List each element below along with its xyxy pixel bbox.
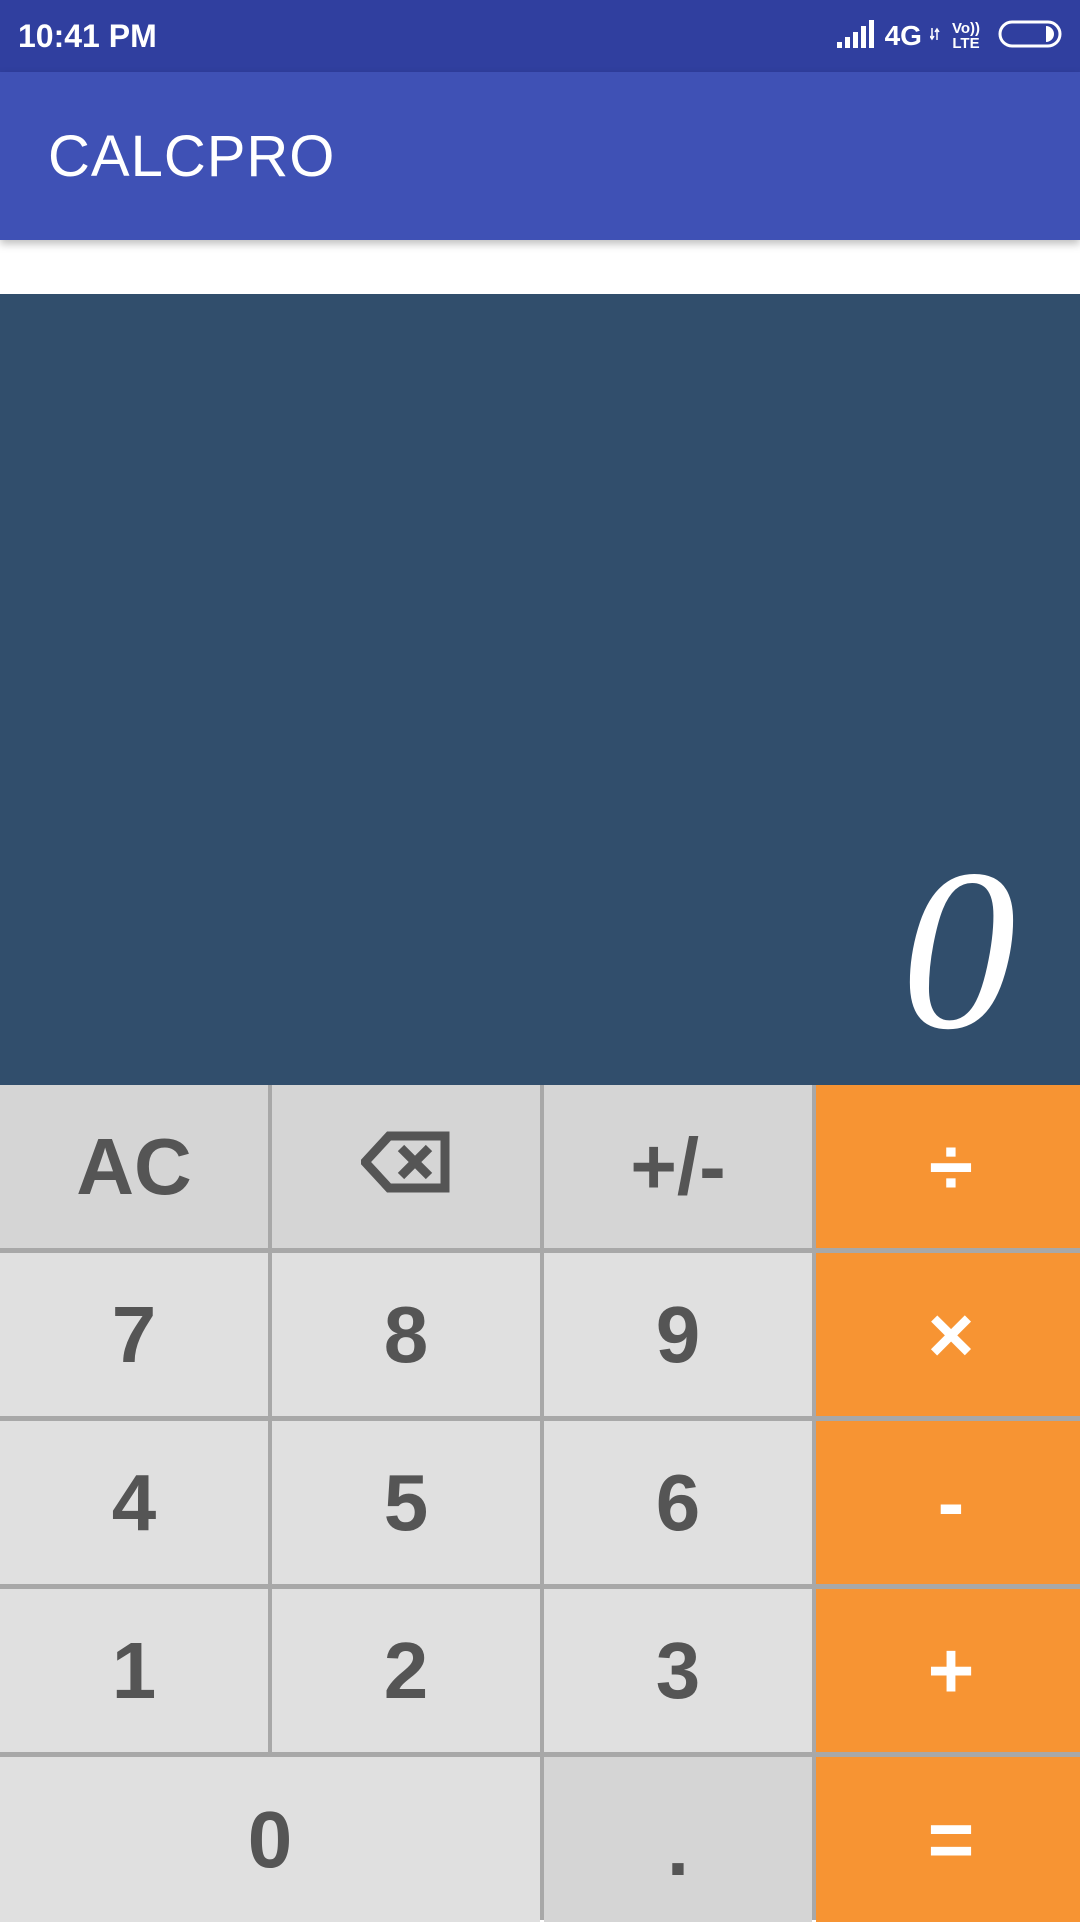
digit-8-button[interactable]: 8 bbox=[272, 1253, 540, 1416]
digit-0-button[interactable]: 0 bbox=[0, 1757, 540, 1922]
clear-button[interactable]: AC bbox=[0, 1085, 268, 1248]
app-title: CALCPRO bbox=[48, 123, 336, 189]
volte-indicator: Vo)) LTE bbox=[952, 21, 980, 51]
backspace-icon bbox=[358, 1121, 451, 1213]
digit-1-button[interactable]: 1 bbox=[0, 1589, 268, 1752]
battery-icon bbox=[998, 19, 1064, 54]
decimal-button[interactable]: . bbox=[544, 1757, 812, 1922]
volte-top: Vo)) bbox=[951, 20, 980, 37]
digit-2-button[interactable]: 2 bbox=[272, 1589, 540, 1752]
digit-6-button[interactable]: 6 bbox=[544, 1421, 812, 1584]
digit-5-button[interactable]: 5 bbox=[272, 1421, 540, 1584]
app-bar: CALCPRO bbox=[0, 72, 1080, 240]
digit-4-button[interactable]: 4 bbox=[0, 1421, 268, 1584]
multiply-button[interactable]: × bbox=[816, 1253, 1080, 1416]
display-value: 0 bbox=[901, 822, 1016, 1077]
status-time: 10:41 PM bbox=[18, 17, 157, 54]
add-button[interactable]: + bbox=[816, 1589, 1080, 1752]
signal-icon bbox=[836, 19, 877, 53]
digit-9-button[interactable]: 9 bbox=[544, 1253, 812, 1416]
calculator-display: 0 bbox=[0, 294, 1080, 1085]
status-icons: 4G Vo)) LTE bbox=[836, 19, 1064, 54]
data-arrows-icon bbox=[929, 26, 940, 47]
volte-bottom: LTE bbox=[952, 35, 980, 52]
sign-toggle-button[interactable]: +/- bbox=[544, 1085, 812, 1248]
network-type: 4G bbox=[884, 20, 922, 51]
keypad: AC +/- ÷ 7 8 9 × 4 5 6 - 1 2 3 + 0 . = bbox=[0, 1085, 1080, 1922]
digit-7-button[interactable]: 7 bbox=[0, 1253, 268, 1416]
divide-button[interactable]: ÷ bbox=[816, 1085, 1080, 1248]
equals-button[interactable]: = bbox=[816, 1757, 1080, 1922]
subtract-button[interactable]: - bbox=[816, 1421, 1080, 1584]
status-bar: 10:41 PM 4G Vo)) LTE bbox=[0, 0, 1080, 72]
digit-3-button[interactable]: 3 bbox=[544, 1589, 812, 1752]
backspace-button[interactable] bbox=[272, 1085, 540, 1248]
